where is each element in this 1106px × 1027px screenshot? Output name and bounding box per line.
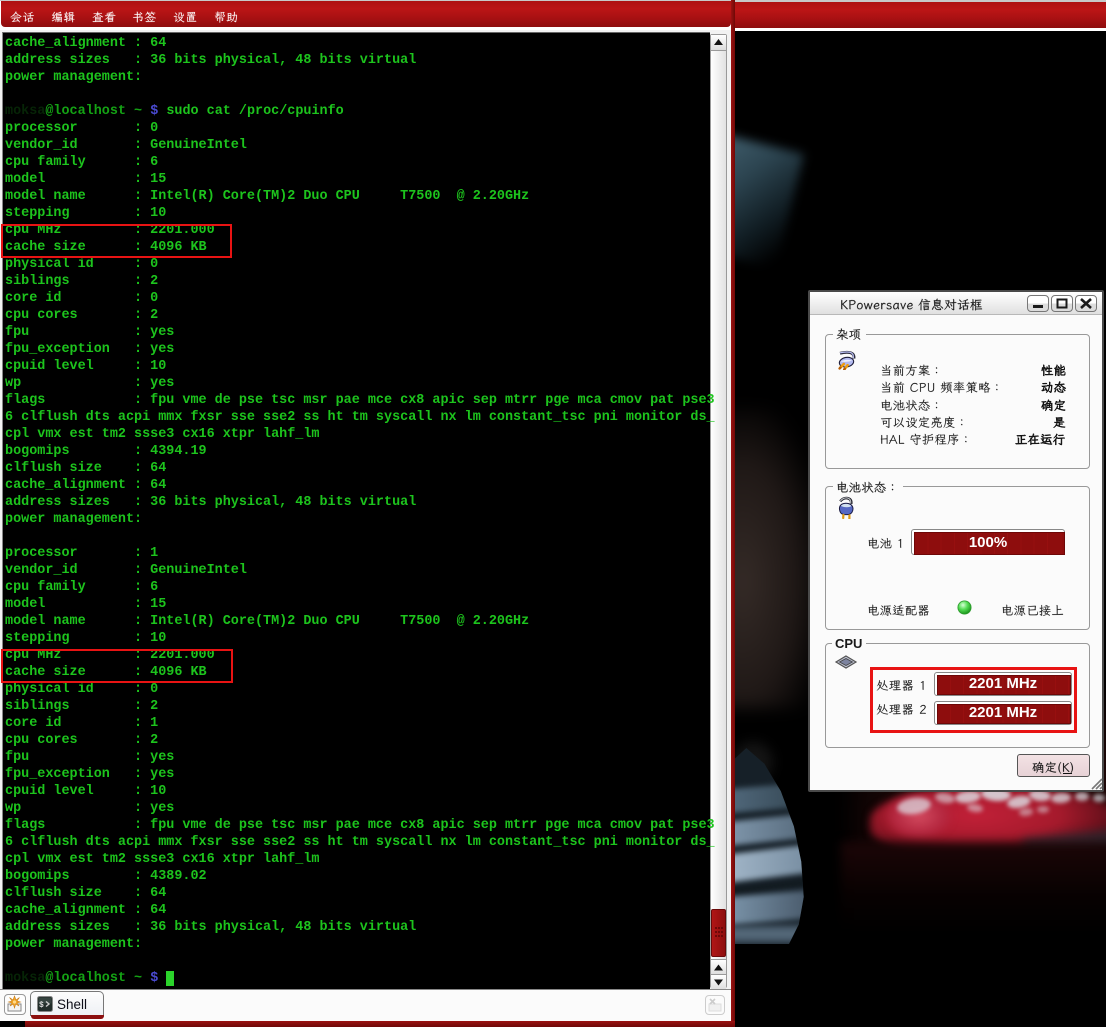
svg-text:$: $	[39, 1001, 44, 1010]
